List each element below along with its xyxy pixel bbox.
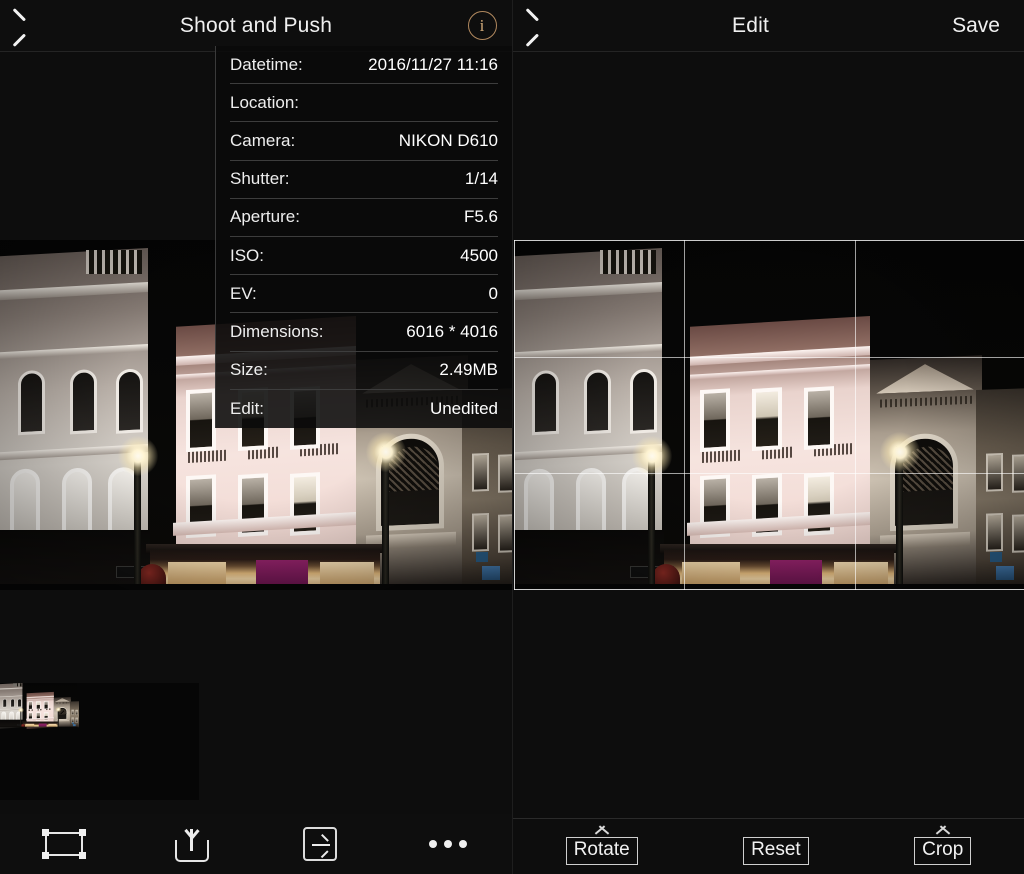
rotate-label: Rotate [565,837,638,865]
panel-edit: Edit Save Rotate Reset Crop [512,0,1024,874]
right-bottom-toolbar: Rotate Reset Crop [513,818,1024,874]
info-key: Dimensions: [230,321,324,341]
info-key: Datetime: [230,54,303,74]
info-value: Unedited [429,398,498,418]
photo-viewer-right[interactable] [514,240,1024,590]
panel-shoot-and-push: Shoot and Push i Datetime: 2016/11/27 11… [0,0,512,874]
crop-frame-icon [42,828,86,860]
info-value: 2016/11/27 11:16 [368,54,498,74]
info-row-edit: Edit: Unedited [230,390,498,428]
chevron-up-icon [934,828,952,836]
chevron-left-icon [22,11,39,41]
info-key: Camera: [230,130,296,150]
reset-button[interactable]: Reset [743,828,809,865]
crop-label: Crop [914,837,972,865]
info-key: Shutter: [230,169,290,189]
info-value: 2.49MB [439,360,498,380]
more-ellipsis-icon [429,840,467,848]
info-row-size: Size: 2.49MB [230,352,498,390]
back-button-right[interactable] [513,0,573,52]
photo-thumbnail[interactable] [0,683,199,800]
info-row-dimensions: Dimensions: 6016 * 4016 [230,313,498,352]
reset-label: Reset [743,837,809,865]
left-header: Shoot and Push i [0,0,512,52]
info-value: 0 [488,283,498,303]
chevron-left-icon [535,11,552,41]
info-key: Aperture: [230,207,300,227]
crop-button[interactable]: Crop [914,828,972,865]
info-row-location: Location: [230,84,498,123]
info-value: F5.6 [463,207,498,227]
crop-frame-button[interactable] [32,820,96,868]
more-options-button[interactable] [416,820,480,868]
info-value: 6016 * 4016 [406,321,498,341]
thumbnail-image [0,683,199,800]
app-root: Shoot and Push i Datetime: 2016/11/27 11… [0,0,1024,874]
save-button[interactable]: Save [928,0,1024,52]
chevron-up-icon [593,828,611,836]
info-row-iso: ISO: 4500 [230,237,498,276]
info-row-camera: Camera: NIKON D610 [230,122,498,161]
rotate-button[interactable]: Rotate [565,828,638,865]
info-key: Location: [230,92,299,112]
info-value: 4500 [460,245,498,265]
info-value: NIKON D610 [398,130,498,150]
back-button-left[interactable] [0,0,60,52]
share-button[interactable] [160,820,224,868]
arrow-right-box-icon [303,827,337,861]
info-row-ev: EV: 0 [230,275,498,314]
info-value: 1/14 [464,169,498,189]
info-row-datetime: Datetime: 2016/11/27 11:16 [230,46,498,85]
right-header: Edit Save [513,0,1024,52]
info-button-wrap: i [452,0,512,52]
info-circle-icon[interactable]: i [467,11,497,40]
photo-info-overlay: Datetime: 2016/11/27 11:16 Location: Cam… [215,46,512,428]
photo-image-right [514,240,1024,590]
info-key: Edit: [230,398,265,418]
info-row-aperture: Aperture: F5.6 [230,199,498,237]
info-key: EV: [230,283,257,303]
info-key: Size: [230,360,268,380]
page-title-left: Shoot and Push [179,13,333,37]
info-row-shutter: Shutter: 1/14 [230,161,498,199]
info-key: ISO: [230,245,265,265]
page-title-right: Edit [732,13,769,37]
push-next-button[interactable] [288,820,352,868]
share-upload-icon [175,826,209,862]
left-bottom-toolbar [0,814,512,874]
